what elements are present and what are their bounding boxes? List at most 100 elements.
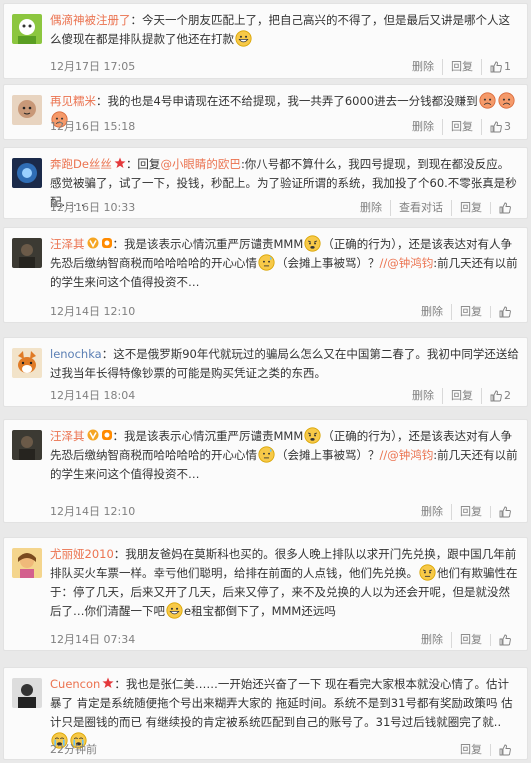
username[interactable]: Cuencon (50, 677, 100, 691)
comment-time: 12月16日 15:18 (50, 120, 136, 133)
view-conversation-link[interactable]: 查看对话 (390, 200, 451, 216)
comment-content: e租宝都倒下了，MMM还远吗 (184, 604, 336, 618)
sad-emoji-icon (479, 92, 496, 109)
thumbs-up-icon (499, 744, 511, 756)
username[interactable]: 汪泽其 (50, 237, 85, 251)
like-count: 2 (504, 389, 511, 402)
comment-content: ：我也是张仁美……一开始还兴奋了一下 现在看完大家根本就没心情了。估计暴了 肯定… (50, 677, 513, 729)
reply-link[interactable]: 回复 (442, 59, 481, 75)
comment-content: ：这不是俄罗斯90年代就玩过的骗局么怎么又在中国第二春了。我初中同学还送给过我当… (50, 347, 519, 380)
username[interactable]: 汪泽其 (50, 429, 85, 443)
red-star-icon (102, 677, 114, 689)
comment-time: 12月16日 10:33 (50, 201, 136, 214)
vip-v-icon (87, 237, 99, 249)
comment-footer: 12月17日 17:05 删除 回复 1 (50, 59, 519, 75)
mention-link[interactable]: @小眼睛的欧巴 (160, 157, 241, 171)
thumbs-up-icon (490, 121, 502, 133)
thumbs-up-icon (499, 306, 511, 318)
delete-link[interactable]: 删除 (413, 304, 451, 320)
comment-footer: 12月16日 15:18 删除 回复 3 (50, 119, 519, 135)
delete-link[interactable]: 删除 (413, 504, 451, 520)
like-button[interactable]: 3 (481, 119, 519, 135)
comment-text: 汪泽其 ：我是该表示心情沉重严厉谴责MMM （正确的行为），还是该表达对有人争先恐后… (50, 235, 519, 292)
vip-v-icon (87, 429, 99, 441)
reply-link[interactable]: 回复 (451, 632, 490, 648)
like-count: 3 (504, 120, 511, 133)
like-button[interactable] (490, 634, 519, 646)
reply-link[interactable]: 回复 (451, 304, 490, 320)
thumbs-up-icon (490, 390, 502, 402)
avatar[interactable] (12, 548, 42, 578)
delete-link[interactable]: 删除 (404, 388, 442, 404)
comment-card: 再见糯米：我的也是4号申请现在还不给提现，我一共弄了6000进去一分钱都没赚到 … (3, 84, 528, 140)
like-count: 1 (504, 60, 511, 73)
comment-time: 12月17日 17:05 (50, 60, 136, 73)
avatar[interactable] (12, 348, 42, 378)
comment-card: lenochka：这不是俄罗斯90年代就玩过的骗局么怎么又在中国第二春了。我初中… (3, 337, 528, 407)
orange-badge-icon (101, 237, 113, 249)
delete-link[interactable]: 删除 (404, 119, 442, 135)
reply-link[interactable]: 回复 (452, 742, 490, 758)
comment-content: ：回复 (125, 157, 161, 171)
comment-content: （会摊上事被骂）？ (276, 448, 380, 462)
reply-link[interactable]: 回复 (442, 388, 481, 404)
username[interactable]: 尤丽娅2010 (50, 547, 114, 561)
comment-time: 12月14日 18:04 (50, 389, 136, 402)
comment-card: 奔跑De丝丝 ：回复@小眼睛的欧巴:你八号都不算什么，我四号提现，到现在都没反应。… (3, 147, 528, 219)
like-button[interactable] (490, 744, 519, 756)
reply-link[interactable]: 回复 (442, 119, 481, 135)
mention-link[interactable]: //@钟鸿钧 (380, 256, 434, 270)
annoyed-emoji-icon (419, 564, 436, 581)
comment-footer: 12月14日 07:34 删除 回复 (50, 632, 519, 648)
avatar[interactable] (12, 95, 42, 125)
avatar[interactable] (12, 678, 42, 708)
reply-link[interactable]: 回复 (451, 504, 490, 520)
comment-feed: 偶滴神被注册了：今天一个朋友匹配上了，把自己高兴的不得了，但是最后又讲是哪个人这… (0, 0, 531, 763)
orange-badge-icon (101, 429, 113, 441)
comment-time: 12月14日 12:10 (50, 305, 136, 318)
username[interactable]: 再见糯米 (50, 94, 96, 108)
username[interactable]: lenochka (50, 347, 102, 361)
avatar[interactable] (12, 238, 42, 268)
reply-link[interactable]: 回复 (451, 200, 490, 216)
red-star-icon (114, 157, 126, 169)
username[interactable]: 偶滴神被注册了 (50, 13, 131, 27)
comment-text: 偶滴神被注册了：今天一个朋友匹配上了，把自己高兴的不得了，但是最后又讲是哪个人这… (50, 11, 519, 49)
comment-card: 汪泽其 ：我是该表示心情沉重严厉谴责MMM （正确的行为），还是该表达对有人争先恐后… (3, 419, 528, 523)
comment-time: 22分钟前 (50, 743, 97, 756)
comment-content: ：我的也是4号申请现在还不给提现，我一共弄了6000进去一分钱都没赚到 (96, 94, 478, 108)
comment-time: 12月14日 07:34 (50, 633, 136, 646)
comment-text: Cuencon ：我也是张仁美……一开始还兴奋了一下 现在看完大家根本就没心情了。… (50, 675, 519, 751)
comment-card: 偶滴神被注册了：今天一个朋友匹配上了，把自己高兴的不得了，但是最后又讲是哪个人这… (3, 3, 528, 79)
comment-text: 汪泽其 ：我是该表示心情沉重严厉谴责MMM （正确的行为），还是该表达对有人争先恐后… (50, 427, 519, 484)
like-button[interactable]: 1 (481, 59, 519, 75)
avatar[interactable] (12, 158, 42, 188)
comment-content: ：我是该表示心情沉重严厉谴责MMM (112, 429, 304, 443)
like-button[interactable] (490, 506, 519, 518)
comment-card: Cuencon ：我也是张仁美……一开始还兴奋了一下 现在看完大家根本就没心情了。… (3, 667, 528, 760)
mention-link[interactable]: //@钟鸿钧 (380, 448, 434, 462)
like-button[interactable] (490, 202, 519, 214)
thumbs-up-icon (499, 506, 511, 518)
thumbs-up-icon (499, 202, 511, 214)
comment-text: lenochka：这不是俄罗斯90年代就玩过的骗局么怎么又在中国第二春了。我初中… (50, 345, 519, 383)
thumbs-up-icon (499, 634, 511, 646)
comment-footer: 12月14日 18:04 删除 回复 2 (50, 388, 519, 404)
username[interactable]: 奔跑De丝丝 (50, 157, 112, 171)
like-button[interactable] (490, 306, 519, 318)
delete-link[interactable]: 删除 (352, 200, 390, 216)
delete-link[interactable]: 删除 (404, 59, 442, 75)
delete-link[interactable]: 删除 (413, 632, 451, 648)
grin-emoji-icon (166, 602, 183, 619)
avatar[interactable] (12, 14, 42, 44)
comment-text: 尤丽娅2010：我朋友爸妈在莫斯科也买的。很多人晚上排队以求开门先兑换，跟中国几… (50, 545, 519, 621)
comment-footer: 12月14日 12:10 删除 回复 (50, 304, 519, 320)
comment-card: 尤丽娅2010：我朋友爸妈在莫斯科也买的。很多人晚上排队以求开门先兑换，跟中国几… (3, 537, 528, 651)
avatar[interactable] (12, 430, 42, 460)
sad-emoji-icon (498, 92, 515, 109)
comment-card: 汪泽其 ：我是该表示心情沉重严厉谴责MMM （正确的行为），还是该表达对有人争先恐后… (3, 227, 528, 323)
sweat-emoji-icon (258, 254, 275, 271)
like-button[interactable]: 2 (481, 388, 519, 404)
comment-footer: 12月16日 10:33 删除 查看对话 回复 (50, 200, 519, 216)
comment-content: （会摊上事被骂）？ (276, 256, 380, 270)
